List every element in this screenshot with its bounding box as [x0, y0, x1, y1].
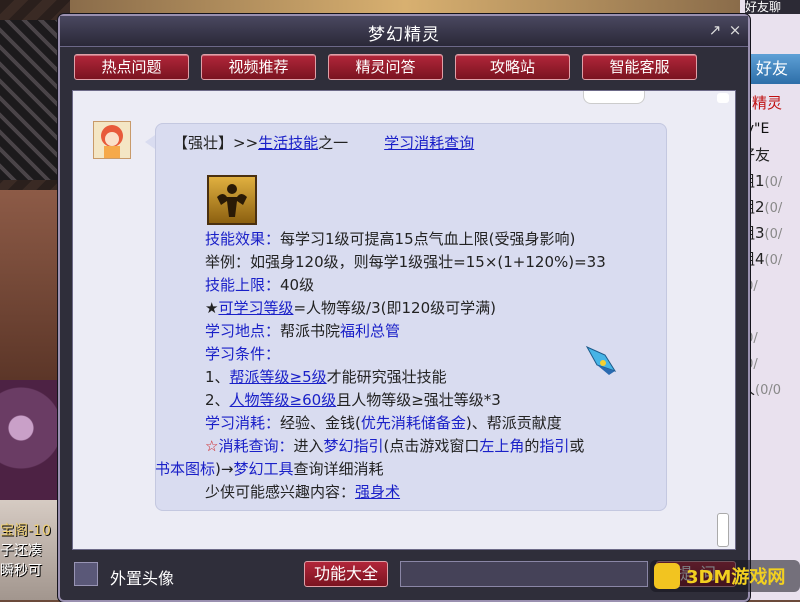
cost-query-link[interactable]: 学习消耗查询	[384, 134, 474, 152]
external-avatar-checkbox[interactable]	[74, 562, 98, 586]
interest-text: 少侠可能感兴趣内容：	[205, 483, 356, 501]
life-skill-link[interactable]: 生活技能	[258, 134, 318, 152]
window-titlebar[interactable]: 梦幻精灵 ↗ ×	[60, 16, 748, 47]
pin-icon[interactable]: ↗	[706, 21, 724, 39]
friend-row-count: (0/	[764, 253, 783, 268]
query-text-5: )→	[215, 460, 234, 478]
query-label: 消耗查询：	[218, 437, 294, 455]
muscle-icon	[217, 184, 247, 217]
example-line: 举例：如强身120级，则每学1级强壮=15×(1+120%)=33	[205, 253, 606, 271]
sprite-avatar-icon	[101, 125, 123, 158]
query-text-4: 或	[569, 437, 585, 455]
query-text-6: 查询详细消耗	[293, 460, 384, 478]
place-text: 帮派书院	[280, 322, 341, 340]
limit-label: 技能上限：	[205, 276, 281, 294]
chat-scrollbar[interactable]	[717, 93, 729, 547]
friend-row-count: (0/	[764, 227, 783, 242]
place-line: 学习地点：帮派书院福利总管	[205, 321, 400, 341]
scene-text-1: 宝阁-10	[0, 523, 51, 539]
learnable-level-link[interactable]: 可学习等级	[218, 299, 293, 317]
close-icon[interactable]: ×	[726, 21, 744, 39]
scene-text-2: 子还凑	[0, 543, 42, 559]
window-title: 梦幻精灵	[368, 25, 440, 45]
friend-row-count: (0/0	[755, 383, 782, 398]
condition-2: 2、人物等级≥60级且人物等级≥强壮等级*3	[205, 390, 501, 410]
heading-prefix: 【强壮】>>	[173, 134, 259, 152]
hollow-star-icon: ☆	[205, 437, 219, 455]
character-level-link[interactable]: 人物等级≥60级	[230, 391, 337, 409]
guide-link[interactable]: 指引	[539, 437, 569, 455]
condition-1-num: 1、	[205, 368, 230, 386]
friend-row-count: (0/	[764, 201, 783, 216]
watermark-logo-icon	[654, 563, 680, 589]
effect-text: 每学习1级可提高15点气血上限(受强身影响)	[280, 230, 576, 248]
scrollbar-thumb[interactable]	[717, 513, 729, 547]
friend-panel-header[interactable]: 好友	[748, 54, 800, 84]
watermark-text: 3DM游戏网	[686, 567, 786, 588]
condition-label: 学习条件：	[205, 345, 281, 363]
heading-suffix: 之一	[318, 134, 349, 152]
star-icon: ★	[205, 299, 219, 317]
site-watermark: 3DM游戏网	[650, 560, 800, 592]
tab-guide-site[interactable]: 攻略站	[455, 54, 570, 80]
strong-skill-icon	[207, 175, 257, 225]
friend-panel-title: 好友聊	[745, 0, 800, 14]
menghuan-guide-link[interactable]: 梦幻指引	[323, 437, 383, 455]
answer-heading: 【强壮】>>生活技能之一 学习消耗查询	[173, 133, 474, 153]
book-icon-link[interactable]: 书本图标	[155, 460, 215, 478]
friend-row-count: (0/	[764, 175, 783, 190]
learnable-line: ★可学习等级=人物等级/3(即120级可学满)	[205, 298, 496, 318]
function-list-button[interactable]: 功能大全	[304, 561, 388, 587]
learnable-text: =人物等级/3(即120级可学满)	[293, 299, 496, 317]
cost-line: 学习消耗：经验、金钱(优先消耗储备金)、帮派贡献度	[205, 413, 562, 433]
query-line: ☆消耗查询：进入梦幻指引(点击游戏窗口左上角的指引或	[205, 436, 584, 456]
welfare-manager-link[interactable]: 福利总管	[340, 322, 400, 340]
reserve-gold-link[interactable]: 优先消耗储备金	[361, 414, 466, 432]
query-text-2: (点击游戏窗口	[383, 437, 480, 455]
scrollbar-top	[717, 93, 729, 103]
query-text-1: 进入	[293, 437, 324, 455]
sprite-avatar	[93, 121, 131, 159]
chat-content-area: 【强壮】>>生活技能之一 学习消耗查询 技能效果：每学习1级可提高15点气血上限(…	[72, 90, 736, 550]
condition-2-text: 且人物等级≥强壮等级*3	[336, 391, 501, 409]
qiangshen-link[interactable]: 强身术	[355, 483, 400, 501]
effect-label: 技能效果：	[205, 230, 281, 248]
condition-2-num: 2、	[205, 391, 230, 409]
answer-bubble: 【强壮】>>生活技能之一 学习消耗查询 技能效果：每学习1级可提高15点气血上限(…	[145, 123, 667, 511]
query-text-3: 的	[524, 437, 540, 455]
tab-video-recommend[interactable]: 视频推荐	[201, 54, 316, 80]
interest-line: 少侠可能感兴趣内容：强身术	[205, 482, 400, 502]
tab-smart-service[interactable]: 智能客服	[582, 54, 697, 80]
external-avatar-label: 外置头像	[110, 569, 175, 588]
menghuan-jingling-window: 梦幻精灵 ↗ × 热点问题 视频推荐 精灵问答 攻略站 智能客服 【强壮】>>生…	[58, 14, 750, 602]
previous-bubble-edge	[583, 91, 645, 104]
scene-text-3: 瞬秒可	[0, 563, 42, 579]
effect-line: 技能效果：每学习1级可提高15点气血上限(受强身影响)	[205, 229, 575, 249]
condition-1: 1、帮派等级≥5级才能研究强壮技能	[205, 367, 447, 387]
condition-1-text: 才能研究强壮技能	[326, 368, 447, 386]
cost-label: 学习消耗：	[205, 414, 281, 432]
limit-text: 40级	[280, 276, 315, 294]
bottom-bar: 外置头像 功能大全 提问	[72, 558, 740, 594]
cost-text-1: 经验、金钱(	[280, 414, 361, 432]
top-left-link[interactable]: 左上角	[479, 437, 524, 455]
guild-level-link[interactable]: 帮派等级≥5级	[230, 368, 327, 386]
query-line-2: 书本图标)→梦幻工具查询详细消耗	[155, 459, 383, 479]
condition-heading: 学习条件：	[205, 344, 280, 364]
question-input[interactable]	[400, 561, 648, 587]
friend-row-label: 精灵	[752, 94, 783, 112]
cost-text-2: )、帮派贡献度	[465, 414, 562, 432]
limit-line: 技能上限：40级	[205, 275, 314, 295]
place-label: 学习地点：	[205, 322, 281, 340]
tab-sprite-qa[interactable]: 精灵问答	[328, 54, 443, 80]
menghuan-tools-link[interactable]: 梦幻工具	[233, 460, 293, 478]
tab-hot-questions[interactable]: 热点问题	[74, 54, 189, 80]
sprite-gem-icon	[583, 341, 619, 381]
